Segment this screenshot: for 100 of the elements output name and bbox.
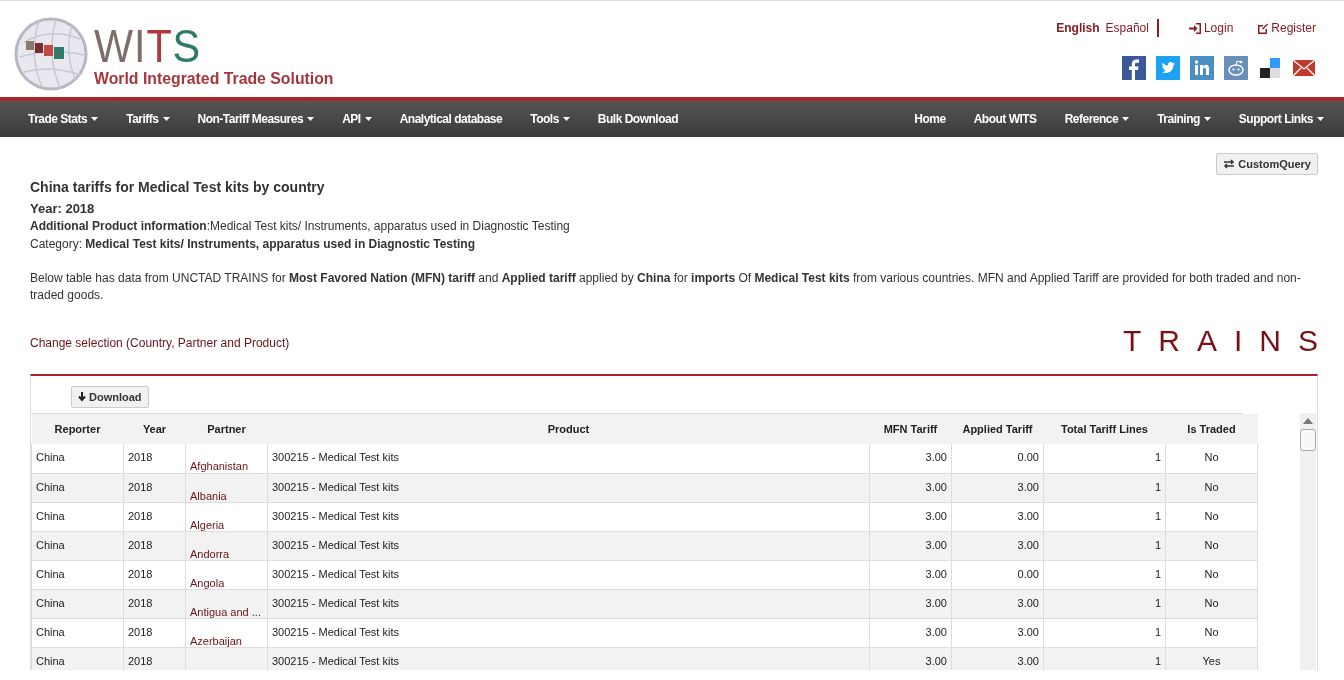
category-text: Category: Medical Test kits/ Instruments, apparatus used in Diagnostic Testing — [30, 236, 476, 252]
table-cell: No — [1165, 618, 1258, 647]
table-cell: 300215 - Medical Test kits — [267, 647, 870, 670]
column-header: Reporter — [31, 414, 124, 444]
logo-tagline: World Integrated Trade Solution — [94, 69, 334, 89]
nav-menu-item[interactable]: Trade Stats — [14, 112, 113, 126]
nav-menu-item[interactable]: Tools — [516, 112, 584, 126]
table-cell: 2018 — [123, 618, 186, 647]
table-cell: 1 — [1043, 444, 1166, 473]
table-cell: China — [31, 502, 124, 531]
table-cell: 2018 — [123, 444, 186, 473]
column-header: Partner — [185, 414, 268, 444]
column-header: Is Traded — [1165, 414, 1258, 444]
globe-logo-icon — [14, 17, 88, 91]
edit-icon — [1257, 22, 1269, 34]
twitter-icon[interactable] — [1156, 56, 1180, 80]
custom-query-button[interactable]: CustomQuery — [1216, 153, 1318, 175]
caret-icon — [91, 117, 99, 121]
page-title: China tariffs for Medical Test kits by country — [30, 179, 326, 195]
logo-wordmark: WITS — [94, 25, 202, 67]
caret-icon — [562, 117, 570, 121]
table-cell: No — [1165, 502, 1258, 531]
facebook-icon[interactable] — [1122, 56, 1146, 80]
table-cell: 3.00 — [951, 589, 1044, 618]
nav-menu-item[interactable]: API — [328, 112, 386, 126]
partner-link[interactable]: Angola — [185, 560, 268, 589]
scroll-up-arrow-icon[interactable] — [1303, 417, 1313, 425]
table-cell: 300215 - Medical Test kits — [267, 502, 870, 531]
partner-link[interactable]: Algeria — [185, 502, 268, 531]
partner-link[interactable]: Afghanistan — [185, 444, 268, 473]
swap-arrows-icon — [1223, 159, 1236, 169]
table-cell: 2018 — [123, 473, 186, 502]
partner-link[interactable]: Andorra — [185, 531, 268, 560]
table-cell: 3.00 — [869, 473, 952, 502]
column-header: MFN Tariff — [869, 414, 952, 444]
nav-menu-item[interactable]: About WITS — [959, 112, 1051, 126]
nav-menu-item[interactable]: Support Links — [1224, 112, 1338, 126]
language-link[interactable]: English — [1056, 21, 1100, 35]
caret-icon — [307, 117, 315, 121]
table-cell: 3.00 — [869, 589, 952, 618]
table-cell: No — [1165, 589, 1258, 618]
column-header: Product — [267, 414, 870, 444]
partner-link[interactable]: Azerbaijan — [185, 618, 268, 647]
table-cell: 3.00 — [951, 502, 1044, 531]
table-cell: 3.00 — [869, 618, 952, 647]
table-cell: 1 — [1043, 560, 1166, 589]
table-cell: 300215 - Medical Test kits — [267, 560, 870, 589]
year-label: Year: 2018 — [30, 201, 96, 216]
download-button[interactable]: Download — [71, 386, 149, 408]
table-cell: 0.00 — [951, 560, 1044, 589]
table-cell: 1 — [1043, 589, 1166, 618]
download-icon — [78, 392, 86, 402]
alien-face-icon[interactable] — [1224, 56, 1248, 80]
table-cell: 2018 — [123, 531, 186, 560]
table-cell: 3.00 — [951, 531, 1044, 560]
language-link[interactable]: Español — [1105, 21, 1149, 35]
nav-menu-item[interactable]: Tariffs — [112, 112, 184, 126]
table-cell: 300215 - Medical Test kits — [267, 531, 870, 560]
caret-icon — [1317, 117, 1324, 121]
table-cell: 1 — [1043, 618, 1166, 647]
table-cell: 3.00 — [869, 560, 952, 589]
nav-menu-item[interactable]: Analytical database — [385, 112, 517, 126]
table-cell: China — [31, 560, 124, 589]
table-cell: 300215 - Medical Test kits — [267, 589, 870, 618]
table-cell: 1 — [1043, 531, 1166, 560]
table-cell: 1 — [1043, 473, 1166, 502]
scrollbar[interactable] — [1300, 413, 1316, 670]
caret-icon — [162, 117, 170, 121]
trains-logo: TRAINS — [1123, 324, 1335, 358]
login-icon — [1188, 22, 1201, 34]
linkedin-icon[interactable] — [1190, 56, 1214, 80]
partner-link[interactable]: Antigua and ... — [185, 589, 268, 618]
table-cell: 3.00 — [869, 502, 952, 531]
nav-menu-item[interactable]: Non-Tariff Measures — [183, 112, 329, 126]
table-cell: China — [31, 589, 124, 618]
table-cell: 300215 - Medical Test kits — [267, 473, 870, 502]
table-cell: 2018 — [123, 502, 186, 531]
description-text: Below table has data from UNCTAD TRAINS for Most Favored Nation (MFN) tariff and Applied tariff applied by China for imports Of Medical Test kits from various countries. MFN and Applied Tariff are provided for both traded and non-traded goods. — [30, 270, 1302, 304]
nav-menu-item[interactable]: Training — [1143, 112, 1225, 126]
table-cell: China — [31, 647, 124, 670]
change-selection-link[interactable]: Change selection (Country, Partner and Product) — [30, 336, 290, 350]
table-cell: China — [31, 444, 124, 473]
table-cell: China — [31, 618, 124, 647]
table-cell: No — [1165, 531, 1258, 560]
partner-link[interactable]: Albania — [185, 473, 268, 502]
product-information: Additional Product information:Medical Test kits/ Instruments, apparatus used in Diagnostic Testing — [30, 218, 571, 234]
login-link[interactable]: Login — [1188, 21, 1234, 35]
caret-icon — [364, 117, 372, 121]
squares-icon[interactable] — [1258, 56, 1282, 80]
scrollbar-thumb[interactable] — [1300, 429, 1316, 451]
nav-menu-item[interactable]: Bulk Download — [583, 112, 692, 126]
table-cell: 2018 — [123, 560, 186, 589]
column-header: Year — [123, 414, 186, 444]
nav-menu-item[interactable]: Home — [900, 112, 960, 126]
register-link[interactable]: Register — [1257, 21, 1316, 35]
table-cell: No — [1165, 560, 1258, 589]
table-cell: 0.00 — [951, 444, 1044, 473]
table-cell: 300215 - Medical Test kits — [267, 618, 870, 647]
nav-menu-item[interactable]: Reference — [1050, 112, 1144, 126]
table-cell: 3.00 — [951, 473, 1044, 502]
